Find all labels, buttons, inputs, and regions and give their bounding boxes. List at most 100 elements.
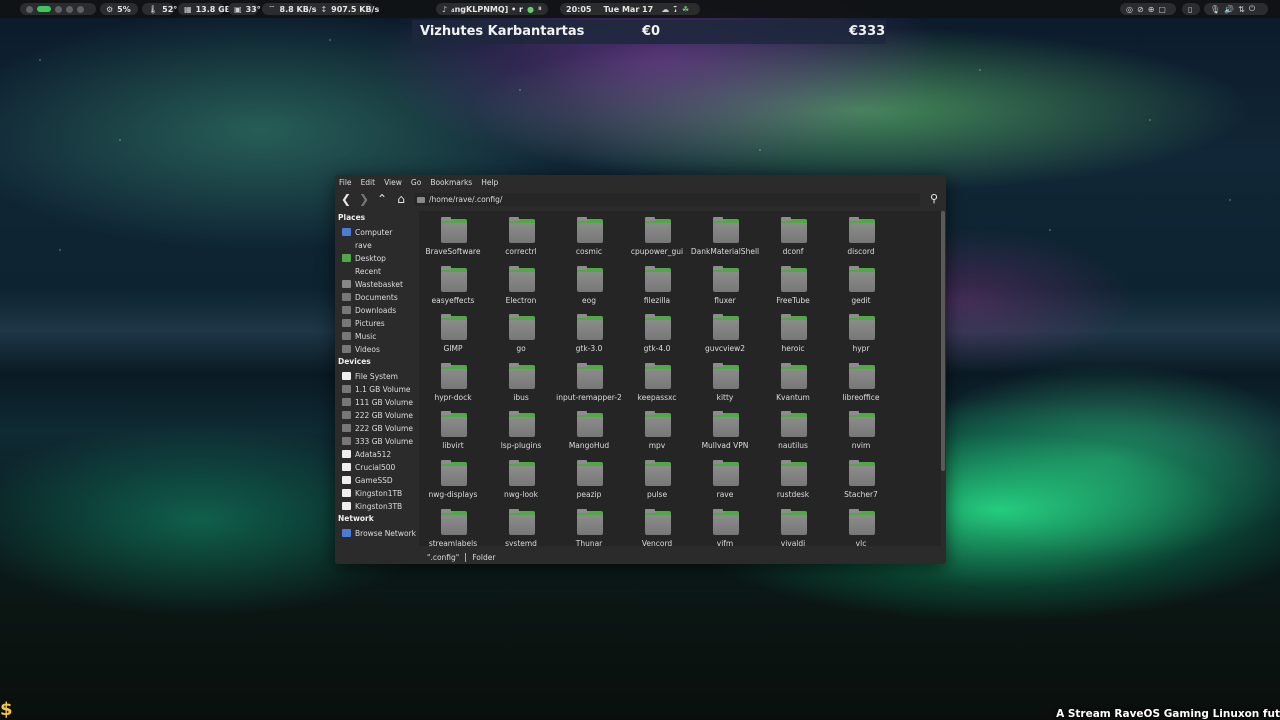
sidebar-item-recent[interactable]: Recent (342, 265, 419, 277)
folder-item[interactable]: nautilus (759, 409, 827, 455)
workspace-dot[interactable] (77, 5, 84, 13)
folder-item[interactable]: lsp-plugins (487, 409, 555, 455)
network-status-icon[interactable]: ⇅ (1238, 5, 1245, 14)
folder-item[interactable]: peazip (555, 458, 623, 504)
up-icon[interactable]: ⌃ (375, 192, 389, 206)
sidebar-item-videos[interactable]: Videos (342, 343, 419, 355)
workspace-dot[interactable] (66, 5, 73, 13)
folder-item[interactable]: dconf (759, 215, 827, 261)
folder-item[interactable]: kitty (691, 361, 759, 407)
folder-item[interactable]: vivaldi (759, 507, 827, 546)
sidebar-item-computer[interactable]: Computer (342, 226, 419, 238)
folder-item[interactable]: GIMP (419, 312, 487, 358)
notification-widget[interactable]: ☘ (676, 3, 696, 15)
folder-item[interactable]: gtk-4.0 (623, 312, 691, 358)
sidebar-item-documents[interactable]: Documents (342, 291, 419, 303)
sidebar-item-rave[interactable]: rave (342, 239, 419, 251)
volume-icon[interactable]: 🔊 (1224, 5, 1234, 14)
folder-item[interactable]: nwg-displays (419, 458, 487, 504)
folder-item[interactable]: filezilla (623, 264, 691, 310)
folder-item[interactable]: mpv (623, 409, 691, 455)
folder-item[interactable]: fluxer (691, 264, 759, 310)
gpu-temp-widget[interactable]: ▣ 33° (228, 3, 261, 15)
folder-item[interactable]: discord (827, 215, 895, 261)
sidebar-item-device[interactable]: 333 GB Volume (342, 435, 419, 447)
clipboard-widget[interactable]: ▯ (1182, 3, 1200, 15)
menu-go[interactable]: Go (411, 178, 421, 187)
tray-icon-3[interactable]: ⊕ (1148, 5, 1155, 14)
folder-item[interactable]: Electron (487, 264, 555, 310)
folder-item[interactable]: ibus (487, 361, 555, 407)
folder-item[interactable]: correctrl (487, 215, 555, 261)
sidebar-item-device[interactable]: 1.1 GB Volume (342, 383, 419, 395)
folder-item[interactable]: Stacher7 (827, 458, 895, 504)
play-icon[interactable]: ● (527, 5, 534, 14)
sidebar-item-wastebasket[interactable]: Wastebasket (342, 278, 419, 290)
folder-item[interactable]: DankMaterialShell (691, 215, 759, 261)
sidebar-item-device[interactable]: Kingston3TB (342, 500, 419, 512)
folder-item[interactable]: gedit (827, 264, 895, 310)
sidebar-item-downloads[interactable]: Downloads (342, 304, 419, 316)
folder-item[interactable]: pulse (623, 458, 691, 504)
menu-bookmarks[interactable]: Bookmarks (430, 178, 472, 187)
sidebar-item-device[interactable]: Crucial500 (342, 461, 419, 473)
folder-item[interactable]: MangoHud (555, 409, 623, 455)
folder-item[interactable]: cosmic (555, 215, 623, 261)
workspace-dot[interactable] (55, 5, 62, 13)
forward-icon[interactable]: ❯ (357, 192, 371, 206)
folder-item[interactable]: nwg-look (487, 458, 555, 504)
menu-view[interactable]: View (384, 178, 402, 187)
folder-item[interactable]: cpupower_gui (623, 215, 691, 261)
workspace-dot[interactable] (26, 5, 33, 13)
folder-item[interactable]: Mullvad VPN (691, 409, 759, 455)
folder-item[interactable]: keepassxc (623, 361, 691, 407)
workspace-active[interactable] (37, 6, 51, 12)
sidebar-item-desktop[interactable]: Desktop (342, 252, 419, 264)
temp-widget[interactable]: 🌡 52° (142, 3, 177, 15)
sidebar-item-device[interactable]: 111 GB Volume (342, 396, 419, 408)
folder-item[interactable]: eog (555, 264, 623, 310)
folder-item[interactable]: hypr (827, 312, 895, 358)
back-icon[interactable]: ❮ (339, 192, 353, 206)
network-widget[interactable]: ⌔ 8.8 KB/s ↕ 907.5 KB/s (262, 3, 379, 15)
scrollbar[interactable] (941, 211, 945, 471)
folder-item[interactable]: heroic (759, 312, 827, 358)
pause-icon[interactable]: ⏸ (538, 4, 542, 14)
tray-icon-2[interactable]: ⊘ (1137, 5, 1144, 14)
folder-item[interactable]: Vencord (623, 507, 691, 546)
microphone-icon[interactable]: 🎙 (1210, 5, 1220, 14)
folder-item[interactable]: streamlabels (419, 507, 487, 546)
folder-item[interactable]: vifm (691, 507, 759, 546)
folder-item[interactable]: go (487, 312, 555, 358)
power-icon[interactable]: ⏻ (1249, 4, 1255, 14)
search-icon[interactable]: ⚲ (927, 192, 941, 206)
folder-item[interactable]: systemd (487, 507, 555, 546)
folder-item[interactable]: Thunar (555, 507, 623, 546)
folder-item[interactable]: libvirt (419, 409, 487, 455)
sidebar-item-device[interactable]: 222 GB Volume (342, 409, 419, 421)
folder-item[interactable]: guvcview2 (691, 312, 759, 358)
sidebar-item-device[interactable]: Adata512 (342, 448, 419, 460)
cpu-widget[interactable]: ⚙ 5% (100, 3, 138, 15)
menu-help[interactable]: Help (481, 178, 498, 187)
tray-widget[interactable]: ◎ ⊘ ⊕ ▢ (1120, 3, 1176, 15)
folder-item[interactable]: vlc (827, 507, 895, 546)
sidebar-item-device[interactable]: Kingston1TB (342, 487, 419, 499)
folder-item[interactable]: nvim (827, 409, 895, 455)
tray-icon-1[interactable]: ◎ (1126, 5, 1133, 14)
sidebar-item-device[interactable]: 222 GB Volume (342, 422, 419, 434)
system-widget[interactable]: 🎙 🔊 ⇅ ⏻ (1204, 3, 1268, 15)
sidebar-item-pictures[interactable]: Pictures (342, 317, 419, 329)
memory-widget[interactable]: ▦ 13.8 GB (178, 3, 231, 15)
sidebar-item-music[interactable]: Music (342, 330, 419, 342)
folder-item[interactable]: easyeffects (419, 264, 487, 310)
menu-file[interactable]: File (339, 178, 352, 187)
media-widget[interactable]: ♪ ₄ngKLPNMQ] • r ● ⏸ (436, 3, 548, 15)
folder-item[interactable]: libreoffice (827, 361, 895, 407)
folder-item[interactable]: gtk-3.0 (555, 312, 623, 358)
sidebar-item-device[interactable]: GameSSD (342, 474, 419, 486)
location-bar[interactable]: /home/rave/.config/ (414, 193, 920, 206)
menu-edit[interactable]: Edit (361, 178, 376, 187)
tray-icon-4[interactable]: ▢ (1158, 5, 1166, 14)
folder-item[interactable]: FreeTube (759, 264, 827, 310)
